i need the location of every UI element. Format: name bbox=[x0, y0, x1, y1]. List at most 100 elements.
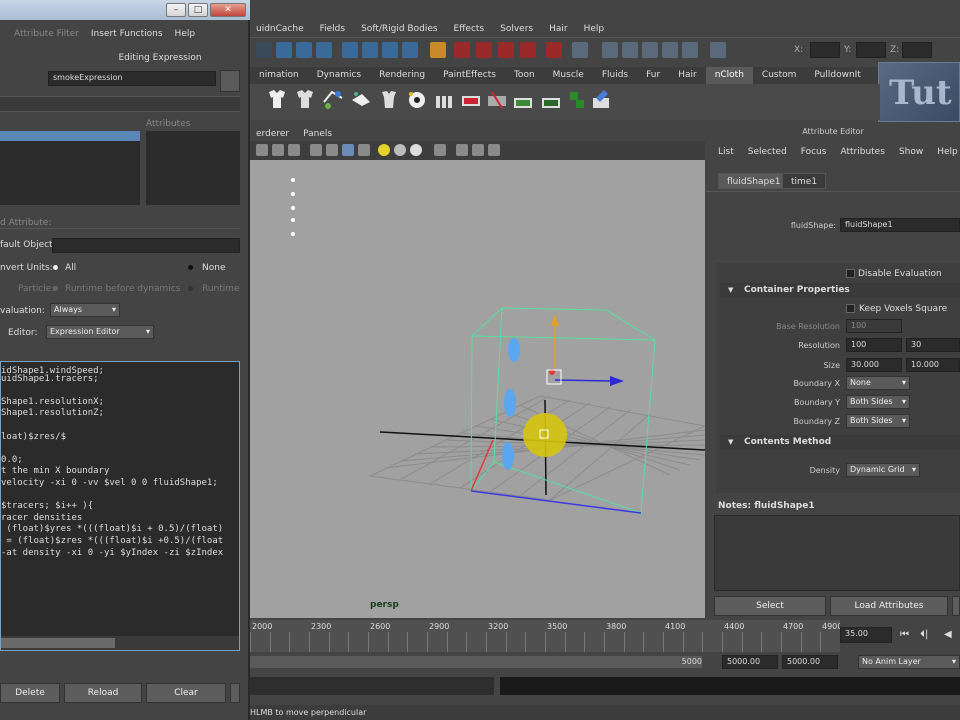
units-none-radio[interactable] bbox=[188, 265, 193, 270]
container-properties-header[interactable]: Container Properties bbox=[720, 283, 960, 298]
density-dropdown[interactable]: Dynamic Grid bbox=[846, 463, 920, 477]
select-curves-icon[interactable] bbox=[382, 42, 398, 58]
xray-icon[interactable] bbox=[456, 144, 468, 156]
render-settings-icon[interactable] bbox=[642, 42, 658, 58]
lock-icon[interactable] bbox=[430, 42, 446, 58]
shelf-tab-rendering[interactable]: Rendering bbox=[370, 67, 434, 84]
keep-voxels-checkbox[interactable] bbox=[846, 304, 855, 313]
fluidshape-field[interactable]: fluidShape1 bbox=[840, 218, 960, 232]
ncloth-shirt-icon[interactable] bbox=[266, 88, 288, 112]
reload-button[interactable]: Reload bbox=[64, 683, 142, 703]
snap-grid-icon[interactable] bbox=[454, 42, 470, 58]
z-coord-field[interactable] bbox=[902, 42, 932, 58]
base-resolution-field[interactable]: 100 bbox=[846, 319, 902, 333]
shelf-tab-ncloth[interactable]: nCloth bbox=[705, 67, 753, 84]
menu-soft-rigid[interactable]: Soft/Rigid Bodies bbox=[361, 24, 437, 34]
cache-merge-icon[interactable] bbox=[540, 88, 562, 112]
select-handles-icon[interactable] bbox=[342, 42, 358, 58]
ae-menu-focus[interactable]: Focus bbox=[801, 147, 827, 157]
minimize-button[interactable]: – bbox=[166, 3, 186, 17]
runtime-before-radio[interactable] bbox=[53, 286, 58, 291]
viewport-persp[interactable]: persp bbox=[250, 160, 705, 618]
attributes-list[interactable] bbox=[146, 131, 240, 205]
objects-list[interactable] bbox=[0, 131, 140, 205]
select-joints-icon[interactable] bbox=[362, 42, 378, 58]
select-surfaces-icon[interactable] bbox=[402, 42, 418, 58]
resolution-y-field[interactable]: 30 bbox=[906, 338, 960, 352]
play-back-icon[interactable]: ◀ bbox=[944, 629, 952, 640]
paint-icon[interactable] bbox=[590, 88, 612, 112]
camera-attrs-icon[interactable] bbox=[256, 144, 268, 156]
expression-name-button[interactable] bbox=[220, 70, 240, 92]
select-mode-icon[interactable] bbox=[256, 42, 272, 58]
snap-plane-icon[interactable] bbox=[520, 42, 536, 58]
clear-button[interactable]: Clear bbox=[146, 683, 226, 703]
menu-fields[interactable]: Fields bbox=[320, 24, 345, 34]
snap-surface-icon[interactable] bbox=[546, 42, 562, 58]
close-editor-button[interactable] bbox=[230, 683, 240, 703]
move-axis-y-arrow-icon[interactable] bbox=[551, 314, 559, 326]
size-x-field[interactable]: 30.000 bbox=[846, 358, 902, 372]
command-input[interactable] bbox=[250, 677, 494, 695]
menu-insert-functions[interactable]: Insert Functions bbox=[91, 29, 163, 39]
fluid-emitter-2[interactable] bbox=[504, 389, 516, 417]
x-coord-field[interactable] bbox=[810, 42, 840, 58]
move-axis-x[interactable] bbox=[554, 379, 613, 382]
history-icon[interactable] bbox=[572, 42, 588, 58]
ambient-occlusion-icon[interactable] bbox=[410, 144, 422, 156]
time-slider[interactable]: 2000 2300 2600 2900 3200 3500 3800 4100 4400 4700… bbox=[250, 620, 842, 652]
component-constraint-icon[interactable] bbox=[378, 88, 400, 112]
ae-menu-show[interactable]: Show bbox=[899, 147, 923, 157]
fluid-emitter-3[interactable] bbox=[502, 442, 514, 470]
ae-menu-list[interactable]: List bbox=[718, 147, 734, 157]
notes-textarea[interactable] bbox=[714, 515, 960, 591]
size-y-field[interactable]: 10.000 bbox=[906, 358, 960, 372]
animation-end-field[interactable]: 5000.00 bbox=[782, 655, 838, 669]
boundary-x-dropdown[interactable]: None bbox=[846, 376, 910, 390]
menu-hair[interactable]: Hair bbox=[549, 24, 567, 34]
shelf-tab-dynamics[interactable]: Dynamics bbox=[308, 67, 370, 84]
fluid-container-box[interactable] bbox=[470, 307, 656, 514]
passive-collider-icon[interactable] bbox=[294, 88, 316, 112]
shelf-tab-fur[interactable]: Fur bbox=[637, 67, 669, 84]
cache-replace-icon[interactable] bbox=[460, 88, 482, 112]
tab-time1[interactable]: time1 bbox=[782, 173, 827, 189]
shelf-tab-pulldownit[interactable]: PulldownIt bbox=[805, 67, 869, 84]
y-coord-field[interactable] bbox=[856, 42, 886, 58]
boundary-y-dropdown[interactable]: Both Sides bbox=[846, 395, 910, 409]
snap-point-icon[interactable] bbox=[498, 42, 514, 58]
cache-blend-icon[interactable] bbox=[566, 88, 588, 112]
cache-create-icon[interactable] bbox=[434, 88, 456, 112]
select-button[interactable]: Select bbox=[714, 596, 826, 616]
step-back-icon[interactable]: ⏴| bbox=[920, 629, 928, 640]
ae-menu-selected[interactable]: Selected bbox=[748, 147, 787, 157]
hierarchy-icon[interactable] bbox=[276, 42, 292, 58]
wireframe-on-shaded-icon[interactable] bbox=[358, 144, 370, 156]
disable-evaluation-checkbox[interactable] bbox=[846, 269, 855, 278]
ae-menu-attributes[interactable]: Attributes bbox=[840, 147, 884, 157]
ae-menu-help[interactable]: Help bbox=[937, 147, 958, 157]
delete-button[interactable]: Delete bbox=[0, 683, 60, 703]
object-mode-icon[interactable] bbox=[296, 42, 312, 58]
menu-panels[interactable]: Panels bbox=[303, 129, 332, 139]
menu-renderer[interactable]: erderer bbox=[256, 129, 289, 139]
render-frame-icon[interactable] bbox=[602, 42, 618, 58]
fluid-emitter-1[interactable] bbox=[508, 338, 520, 362]
expression-editor-titlebar[interactable]: – □ ✕ bbox=[0, 0, 250, 20]
editor-dropdown[interactable]: Expression Editor bbox=[46, 325, 154, 339]
render-view-icon[interactable] bbox=[682, 42, 698, 58]
code-hscrollbar-thumb[interactable] bbox=[1, 638, 115, 648]
textured-icon[interactable] bbox=[342, 144, 354, 156]
xray-components-icon[interactable] bbox=[488, 144, 500, 156]
current-frame-field[interactable]: 35.00 bbox=[840, 627, 892, 643]
runtime-after-radio[interactable] bbox=[188, 286, 193, 291]
shelf-tab-toon[interactable]: Toon bbox=[505, 67, 544, 84]
constraint-icon[interactable] bbox=[322, 88, 344, 112]
expression-code-editor[interactable]: idShape1.windSpeed; uidShape1.tracers; S… bbox=[0, 361, 240, 651]
snap-curve-icon[interactable] bbox=[476, 42, 492, 58]
shelf-tab-muscle[interactable]: Muscle bbox=[544, 67, 593, 84]
range-slider-bar[interactable] bbox=[250, 656, 678, 668]
bookmark-icon[interactable] bbox=[272, 144, 284, 156]
cache-append-icon[interactable] bbox=[512, 88, 534, 112]
component-mode-icon[interactable] bbox=[316, 42, 332, 58]
